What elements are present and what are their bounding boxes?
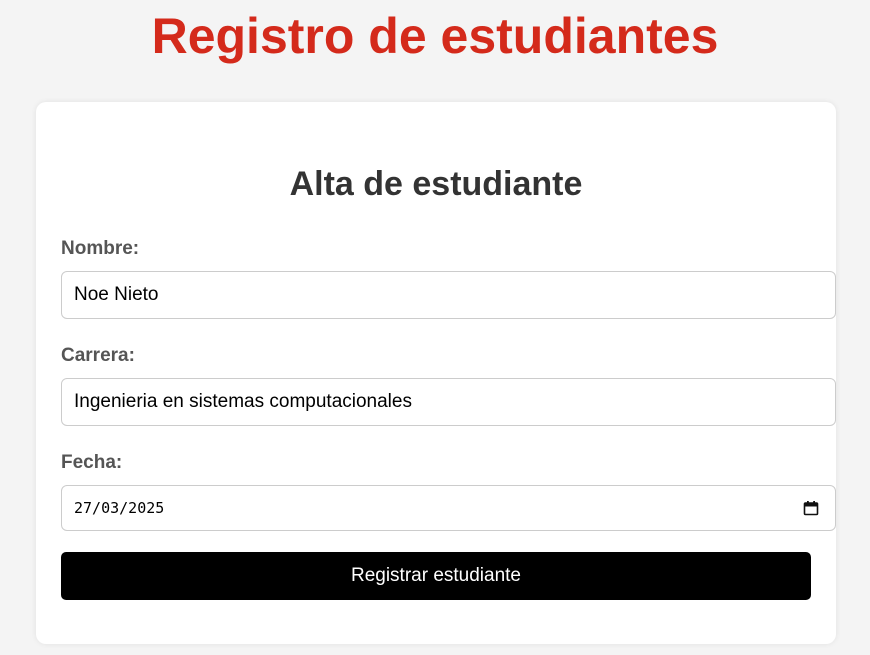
- register-student-button[interactable]: Registrar estudiante: [61, 552, 811, 600]
- form-title: Alta de estudiante: [289, 165, 583, 203]
- page-title: Registro de estudiantes: [151, 8, 719, 64]
- nombre-input[interactable]: Noe Nieto: [61, 271, 836, 319]
- fecha-input-value: 27/03/2025: [74, 499, 165, 517]
- carrera-input[interactable]: Ingenieria en sistemas computacionales: [61, 378, 836, 426]
- fecha-label: Fecha:: [61, 452, 123, 473]
- nombre-label: Nombre:: [61, 238, 140, 259]
- carrera-input-value: Ingenieria en sistemas computacionales: [74, 391, 412, 412]
- calendar-icon[interactable]: [803, 500, 819, 516]
- nombre-input-value: Noe Nieto: [74, 284, 159, 305]
- register-student-button-label: Registrar estudiante: [350, 565, 522, 586]
- student-form-card: Alta de estudiante Nombre: Noe Nieto Car…: [36, 102, 836, 644]
- fecha-input[interactable]: 27/03/2025: [61, 485, 836, 531]
- carrera-label: Carrera:: [61, 345, 135, 366]
